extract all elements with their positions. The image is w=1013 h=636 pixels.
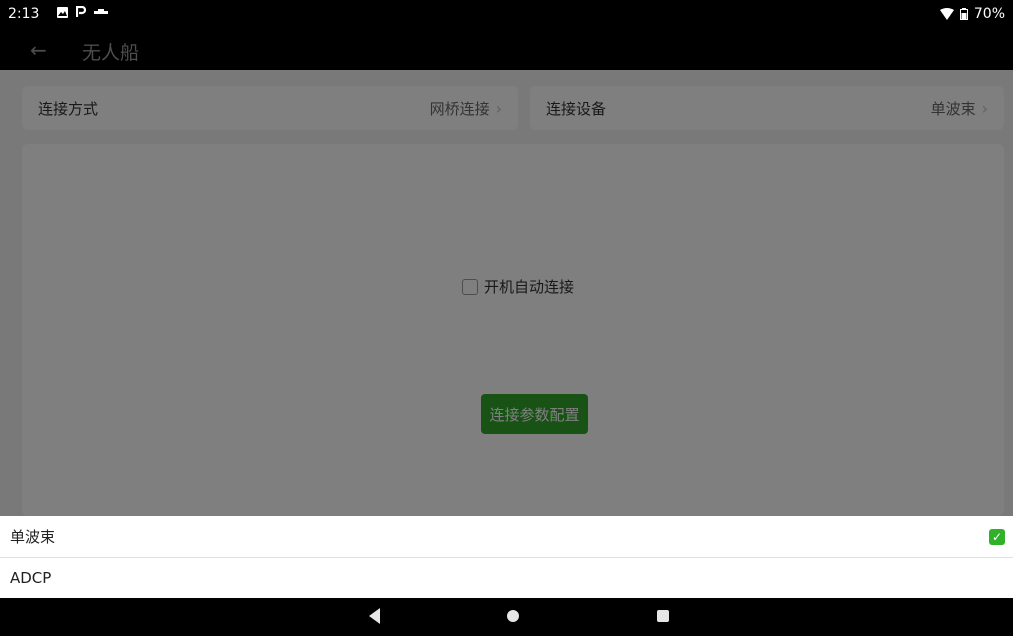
status-icons xyxy=(57,6,108,18)
nav-home-icon[interactable] xyxy=(507,610,519,622)
nav-back-icon[interactable] xyxy=(369,608,380,624)
connection-device-value-group: 单波束 › xyxy=(931,98,988,119)
option-label: ADCP xyxy=(10,569,52,587)
connection-panel: 开机自动连接 连接参数配置 xyxy=(22,144,1004,516)
main-content: 连接方式 网桥连接 › 连接设备 单波束 › 开机自动连接 连接参数配置 xyxy=(0,70,1013,516)
page-title: 无人船 xyxy=(82,42,140,64)
nav-recents-icon[interactable] xyxy=(657,610,669,622)
dash-icon xyxy=(94,9,108,14)
sheet-option-adcp[interactable]: ADCP xyxy=(0,557,1013,598)
connection-device-row[interactable]: 连接设备 单波束 › xyxy=(530,86,1004,130)
option-label: 单波束 xyxy=(10,528,56,546)
wifi-icon xyxy=(939,8,954,20)
status-right: 70% xyxy=(939,6,1005,22)
image-icon xyxy=(57,6,68,18)
battery-icon xyxy=(959,8,968,20)
connection-method-label: 连接方式 xyxy=(38,99,99,118)
back-arrow-icon[interactable]: ← xyxy=(30,38,47,62)
status-bar: 2:13 70% xyxy=(0,0,1013,32)
auto-connect-checkbox[interactable] xyxy=(462,278,478,295)
checkbox-checked-icon: ✓ xyxy=(989,528,1005,545)
p-icon xyxy=(76,6,86,17)
device-selection-sheet: 单波束 ✓ ADCP xyxy=(0,516,1013,598)
connection-device-value: 单波束 xyxy=(930,99,976,118)
app-bar: ← 无人船 xyxy=(0,32,1013,70)
connection-method-row[interactable]: 连接方式 网桥连接 › xyxy=(22,86,518,130)
sheet-option-single-beam[interactable]: 单波束 ✓ xyxy=(0,516,1013,557)
status-time: 2:13 xyxy=(8,6,40,22)
auto-connect-row[interactable]: 开机自动连接 xyxy=(462,276,574,297)
chevron-right-icon: › xyxy=(981,98,988,118)
auto-connect-label: 开机自动连接 xyxy=(484,278,575,296)
connection-method-value: 网桥连接 xyxy=(429,99,490,118)
connection-device-label: 连接设备 xyxy=(546,99,607,118)
connection-config-button[interactable]: 连接参数配置 xyxy=(481,394,588,434)
connection-method-value-group: 网桥连接 › xyxy=(430,98,502,119)
battery-percent: 70% xyxy=(973,6,1005,22)
navigation-bar xyxy=(0,598,1013,636)
chevron-right-icon: › xyxy=(495,98,502,118)
